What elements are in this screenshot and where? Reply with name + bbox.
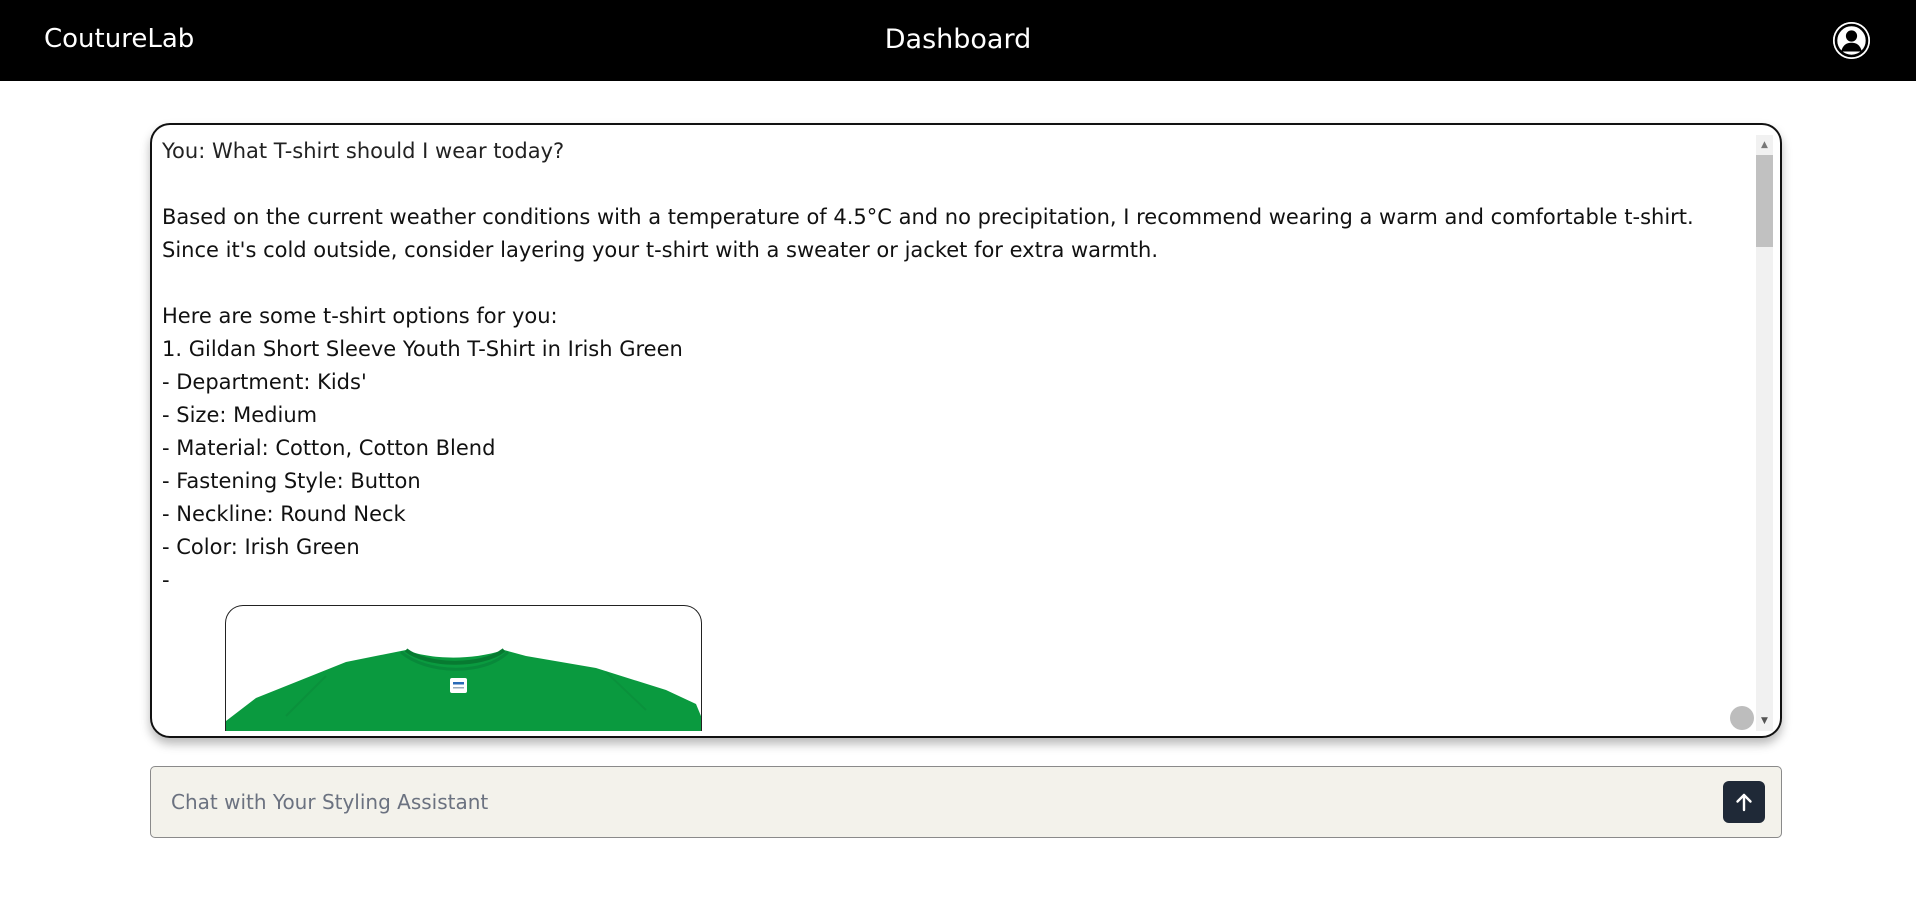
assistant-intro: Based on the current weather conditions … [162,201,1747,267]
user-circle-icon [1833,22,1870,59]
green-tshirt-image [226,648,701,731]
assistant-message: Based on the current weather conditions … [162,201,1747,731]
scroll-up-arrow-icon[interactable]: ▲ [1756,135,1773,155]
user-message: You: What T-shirt should I wear today? [162,139,565,163]
assistant-intro-line: Based on the current weather conditions … [162,205,1694,229]
user-profile-button[interactable] [1833,22,1870,59]
send-button[interactable] [1723,781,1765,823]
product-detail: - Neckline: Round Neck [162,502,406,526]
product-options: Here are some t-shirt options for you: 1… [162,300,1747,597]
product-image-card[interactable] [225,605,702,731]
product-detail: - [162,568,170,592]
product-detail: - Fastening Style: Button [162,469,421,493]
product-detail: - Department: Kids' [162,370,367,394]
chat-input[interactable] [171,785,1651,819]
scroll-to-bottom-indicator[interactable] [1730,706,1754,730]
scroll-down-arrow-icon[interactable]: ▼ [1756,711,1773,731]
assistant-intro-line: Since it's cold outside, consider layeri… [162,238,1158,262]
chat-history-panel[interactable]: You: What T-shirt should I wear today? B… [150,123,1782,738]
arrow-up-icon [1736,793,1752,812]
chat-messages[interactable]: You: What T-shirt should I wear today? B… [162,135,1747,731]
product-detail: - Color: Irish Green [162,535,360,559]
product-detail: - Size: Medium [162,403,318,427]
scrollbar-thumb[interactable] [1756,155,1773,247]
top-navbar: CoutureLab Dashboard [0,0,1916,81]
options-heading: Here are some t-shirt options for you: [162,304,558,328]
product-detail: - Material: Cotton, Cotton Blend [162,436,496,460]
product-name: 1. Gildan Short Sleeve Youth T-Shirt in … [162,337,683,361]
chat-composer [150,766,1782,838]
chat-scrollbar[interactable]: ▲ ▼ [1753,135,1775,731]
page-title: Dashboard [884,24,1032,55]
